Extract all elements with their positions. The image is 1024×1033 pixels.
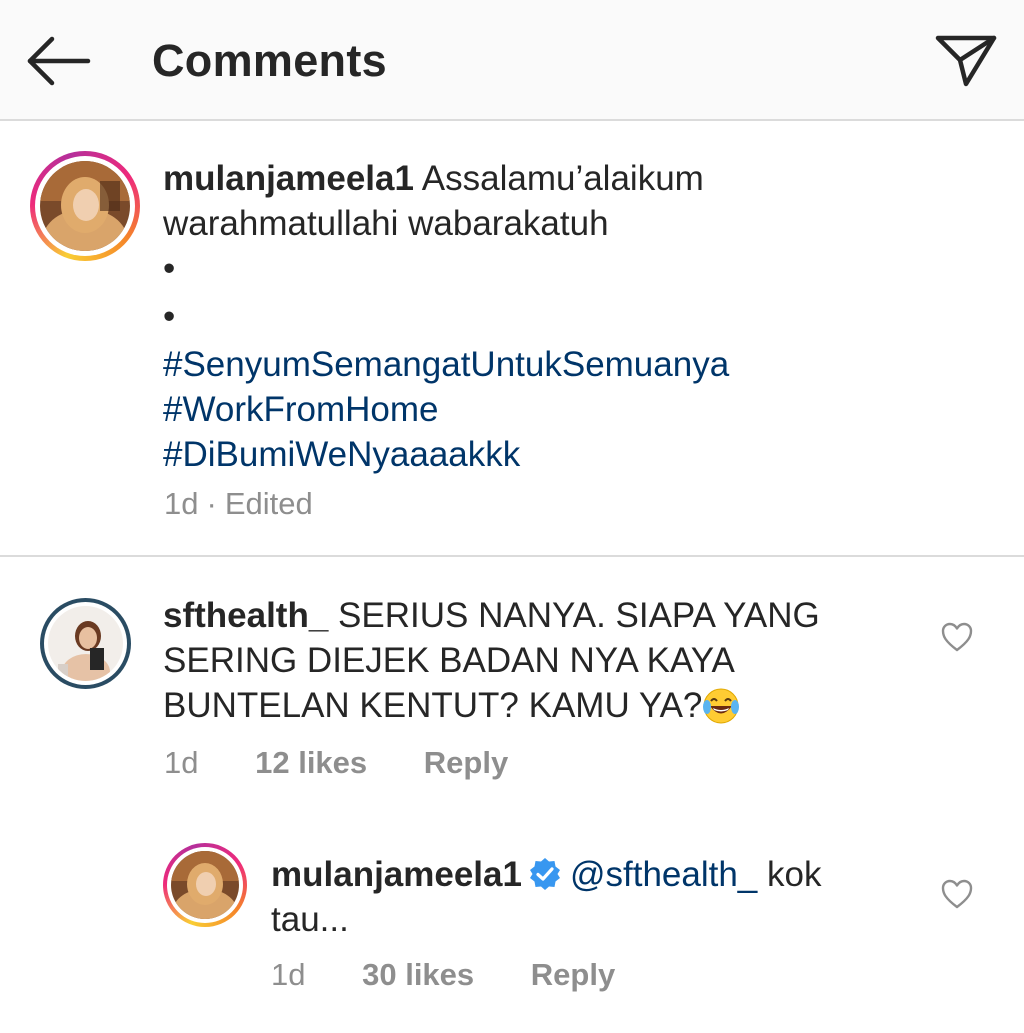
heart-icon	[941, 622, 973, 652]
meta-separator: ·	[206, 486, 217, 521]
avatar-photo	[171, 851, 239, 919]
hashtag-link[interactable]: #DiBumiWeNyaaaakkk	[163, 432, 983, 477]
like-heart-button[interactable]	[940, 621, 974, 653]
top-bar: Comments	[0, 0, 1024, 121]
caption-meta: 1d · Edited	[164, 484, 313, 524]
caption-time: 1d	[164, 486, 199, 521]
hashtag-link[interactable]: #WorkFromHome	[163, 387, 983, 432]
reply-button[interactable]: Reply	[424, 745, 508, 780]
comment-username[interactable]: sfthealth_	[163, 596, 328, 635]
likes-count-button[interactable]: 30 likes	[362, 957, 474, 992]
arrow-left-icon	[27, 36, 91, 86]
share-button[interactable]	[934, 30, 998, 90]
caption-username[interactable]: mulanjameela1	[163, 159, 414, 198]
caption-text-line1: Assalamu’alaikum	[421, 159, 704, 198]
page-title: Comments	[152, 35, 387, 86]
caption-dot: •	[163, 249, 176, 288]
reply-comment: mulanjameela1 @sfthealth_ kok tau...	[271, 852, 871, 942]
hashtag-link[interactable]: #SenyumSemangatUntukSemuanya	[163, 342, 983, 387]
comment: sfthealth_ SERIUS NANYA. SIAPA YANG SERI…	[163, 593, 843, 728]
verified-badge-icon	[528, 857, 562, 891]
reply-meta: 1d 30 likes Reply	[271, 955, 615, 995]
caption-avatar[interactable]	[30, 151, 140, 261]
comment-time: 1d	[164, 745, 199, 780]
reply-time: 1d	[271, 957, 306, 992]
like-heart-button[interactable]	[940, 878, 974, 910]
comment-meta: 1d 12 likes Reply	[164, 743, 508, 783]
likes-count-button[interactable]: 12 likes	[255, 745, 367, 780]
laughing-tears-emoji-icon	[702, 687, 740, 725]
comment-avatar[interactable]	[40, 598, 131, 689]
mention-link[interactable]: @sfthealth_	[570, 855, 757, 894]
edited-label: Edited	[224, 486, 313, 521]
post-caption: mulanjameela1 Assalamu’alaikum warahmatu…	[163, 156, 983, 477]
caption-text-line2: warahmatullahi wabarakatuh	[163, 204, 609, 243]
avatar-photo	[40, 161, 130, 251]
divider	[0, 555, 1024, 557]
paper-plane-icon	[935, 35, 997, 87]
reply-avatar[interactable]	[163, 843, 247, 927]
reply-username[interactable]: mulanjameela1	[271, 855, 522, 894]
back-button[interactable]	[24, 34, 94, 88]
heart-icon	[941, 879, 973, 909]
reply-button[interactable]: Reply	[531, 957, 615, 992]
avatar-photo	[48, 606, 123, 681]
caption-dot: •	[163, 297, 176, 336]
